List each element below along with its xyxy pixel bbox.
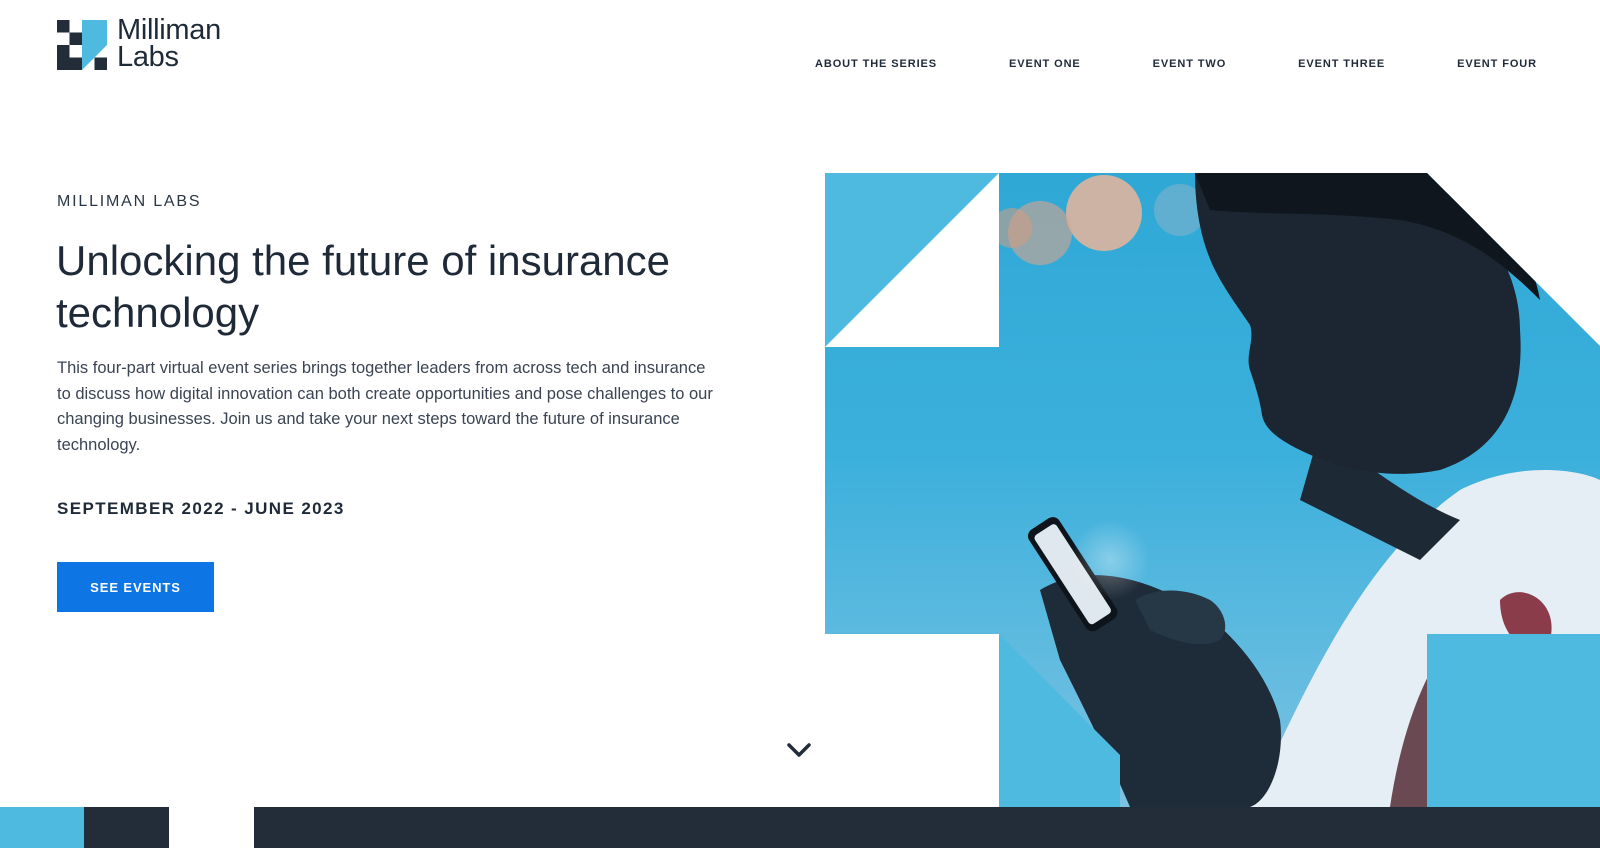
brand-name: Milliman Labs (117, 14, 221, 73)
see-events-button[interactable]: SEE EVENTS (57, 562, 214, 612)
hero-description: This four-part virtual event series brin… (57, 359, 713, 454)
strip-bar-dark (254, 807, 1600, 848)
brand-name-line1: Milliman (117, 14, 221, 46)
hero-title: Unlocking the future of insurance techno… (56, 237, 671, 336)
strip-block-dark (84, 807, 169, 848)
footer-color-strip (0, 807, 1600, 848)
nav-event-three[interactable]: EVENT THREE (1298, 58, 1385, 70)
nav-about-the-series[interactable]: ABOUT THE SERIES (815, 58, 937, 70)
event-dates: SEPTEMBER 2022 - JUNE 2023 (57, 499, 345, 518)
brand-logo[interactable]: Milliman Labs (57, 14, 221, 73)
brand-name-line2: Labs (117, 41, 179, 73)
hero-eyebrow: MILLIMAN LABS (57, 193, 202, 210)
milliman-checker-logo-icon (57, 20, 107, 70)
site-header: Milliman Labs ABOUT THE SERIES EVENT ONE… (0, 0, 1600, 120)
main-nav: ABOUT THE SERIES EVENT ONE EVENT TWO EVE… (815, 58, 1537, 70)
nav-event-one[interactable]: EVENT ONE (1009, 58, 1081, 70)
chevron-down-icon[interactable] (786, 741, 812, 759)
strip-block-blue (0, 807, 84, 848)
nav-event-four[interactable]: EVENT FOUR (1457, 58, 1537, 70)
nav-event-two[interactable]: EVENT TWO (1153, 58, 1227, 70)
